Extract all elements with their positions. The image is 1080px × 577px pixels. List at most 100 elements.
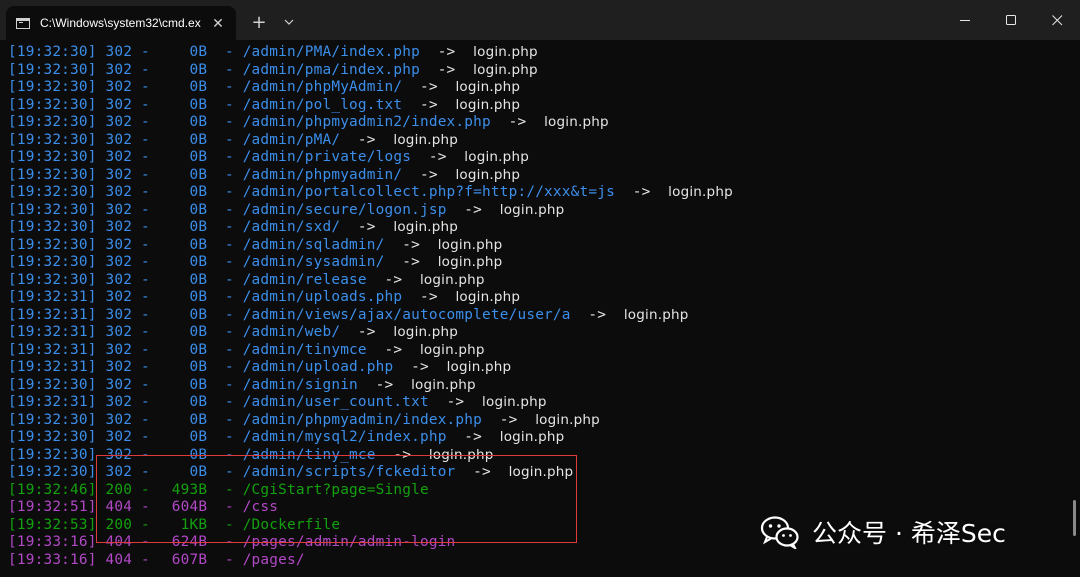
log-status-code: 302 — [105, 201, 133, 218]
log-redirect-target: login.php — [473, 61, 538, 78]
log-timestamp: [19:32:30] — [8, 96, 97, 113]
log-size: 0B — [189, 464, 208, 480]
log-line: [19:32:31] 302 - 0B - /admin/views/ajax/… — [8, 306, 689, 323]
tab-cmd[interactable]: C:\Windows\system32\cmd.ex ✕ — [6, 6, 236, 40]
minimize-button[interactable] — [942, 0, 988, 40]
log-path: /admin/pol_log.txt — [242, 96, 403, 113]
log-line: [19:32:31] 302 - 0B - /admin/upload.php … — [8, 359, 512, 375]
log-size: 0B — [189, 254, 208, 270]
redirect-arrow: -> — [455, 464, 509, 480]
log-line: [19:32:30] 302 - 0B - /admin/sysadmin/ -… — [8, 254, 503, 270]
new-tab-button[interactable]: + — [244, 4, 274, 40]
log-size: 0B — [189, 446, 208, 463]
log-status-code: 302 — [105, 341, 133, 358]
log-path: /admin/sysadmin/ — [242, 254, 385, 270]
log-status-code: 302 — [105, 131, 133, 148]
log-redirect-target: login.php — [393, 219, 459, 235]
redirect-arrow: -> — [446, 429, 500, 445]
log-redirect-target: login.php — [668, 184, 733, 200]
log-redirect-target: login.php — [411, 376, 476, 393]
log-redirect-target: login.php — [428, 446, 494, 463]
log-size: 0B — [189, 324, 208, 340]
log-line: [19:32:31] 302 - 0B - /admin/user_count.… — [8, 394, 547, 410]
close-button[interactable] — [1034, 0, 1080, 40]
log-line: [19:32:31] 302 - 0B - /admin/tinymce -> … — [8, 341, 485, 358]
log-timestamp: [19:32:53] — [8, 516, 97, 533]
log-timestamp: [19:32:30] — [8, 166, 97, 183]
log-status-code: 302 — [105, 219, 133, 235]
log-redirect-target: login.php — [544, 114, 609, 130]
log-status-code: 302 — [105, 394, 133, 410]
log-timestamp: [19:32:30] — [8, 184, 97, 200]
log-status-code: 302 — [105, 271, 133, 288]
log-timestamp: [19:32:31] — [8, 359, 97, 375]
log-size: 0B — [189, 79, 208, 95]
log-status-code: 302 — [105, 429, 133, 445]
log-path: /admin/portalcollect.php?f=http://xxx&t=… — [242, 184, 615, 200]
log-redirect-target: login.php — [437, 254, 503, 270]
tab-title: C:\Windows\system32\cmd.ex — [40, 16, 201, 30]
log-status-code: 302 — [105, 149, 133, 165]
log-size: 0B — [189, 114, 208, 130]
log-size: 1KB — [180, 516, 208, 533]
log-redirect-target: login.php — [499, 201, 565, 218]
log-timestamp: [19:32:31] — [8, 306, 97, 323]
log-timestamp: [19:32:51] — [8, 499, 97, 515]
log-size: 0B — [189, 341, 208, 358]
log-timestamp: [19:32:30] — [8, 254, 97, 270]
redirect-arrow: -> — [402, 96, 456, 113]
log-timestamp: [19:32:31] — [8, 341, 97, 358]
title-bar: C:\Windows\system32\cmd.ex ✕ + — [0, 0, 1080, 40]
log-path: /admin/PMA/index.php — [242, 44, 420, 60]
log-status-code: 302 — [105, 79, 133, 95]
redirect-arrow: -> — [570, 306, 624, 323]
log-status-code: 302 — [105, 411, 133, 428]
redirect-arrow: -> — [340, 131, 394, 148]
log-timestamp: [19:32:30] — [8, 376, 97, 393]
log-status-code: 302 — [105, 44, 133, 60]
log-redirect-target: login.php — [535, 411, 600, 428]
log-status-code: 302 — [105, 236, 133, 253]
watermark: 公众号 · 希泽Sec — [760, 514, 1006, 550]
log-timestamp: [19:32:30] — [8, 236, 97, 253]
log-size: 0B — [189, 44, 208, 60]
redirect-arrow: -> — [402, 166, 456, 183]
log-status-code: 302 — [105, 446, 133, 463]
log-size: 604B — [171, 499, 208, 515]
terminal-output[interactable]: [19:32:30] 302 - 0B - /admin/PMA/index.p… — [8, 44, 1068, 577]
log-timestamp: [19:32:30] — [8, 114, 97, 130]
scrollbar[interactable] — [1073, 500, 1076, 536]
log-path: /admin/tiny_mce — [242, 446, 376, 463]
log-status-code: 404 — [105, 499, 133, 515]
log-line: [19:32:30] 302 - 0B - /admin/mysql2/inde… — [8, 429, 565, 445]
redirect-arrow: -> — [366, 271, 420, 288]
log-line: [19:32:46] 200 - 493B - /CgiStart?page=S… — [8, 481, 429, 498]
log-status-code: 302 — [105, 359, 133, 375]
log-timestamp: [19:32:30] — [8, 411, 97, 428]
log-line: [19:32:30] 302 - 0B - /admin/tiny_mce ->… — [8, 446, 494, 463]
log-path: /admin/uploads.php — [242, 289, 403, 305]
log-redirect-target: login.php — [455, 79, 521, 95]
log-line: [19:32:30] 302 - 0B - /admin/pma/index.p… — [8, 61, 538, 78]
log-redirect-target: login.php — [623, 306, 689, 323]
redirect-arrow: -> — [482, 411, 536, 428]
redirect-arrow: -> — [428, 394, 483, 410]
redirect-arrow: -> — [340, 219, 394, 235]
maximize-button[interactable] — [988, 0, 1034, 40]
log-size: 0B — [189, 236, 208, 253]
tab-close-icon[interactable]: ✕ — [208, 13, 228, 33]
log-size: 0B — [189, 306, 208, 323]
log-line: [19:32:30] 302 - 0B - /admin/sqladmin/ -… — [8, 236, 503, 253]
chevron-down-icon[interactable] — [274, 4, 304, 40]
log-size: 0B — [189, 429, 208, 445]
log-timestamp: [19:32:30] — [8, 79, 97, 95]
log-status-code: 200 — [105, 481, 133, 498]
log-path: /admin/web/ — [242, 324, 341, 340]
redirect-arrow: -> — [357, 376, 412, 393]
log-path: /admin/phpmyadmin/index.php — [242, 411, 483, 428]
log-size: 607B — [171, 551, 208, 568]
log-status-code: 404 — [105, 551, 133, 568]
log-status-code: 404 — [105, 534, 133, 550]
log-line: [19:32:30] 302 - 0B - /admin/sxd/ -> log… — [8, 219, 459, 235]
log-path: /admin/private/logs — [242, 149, 412, 165]
